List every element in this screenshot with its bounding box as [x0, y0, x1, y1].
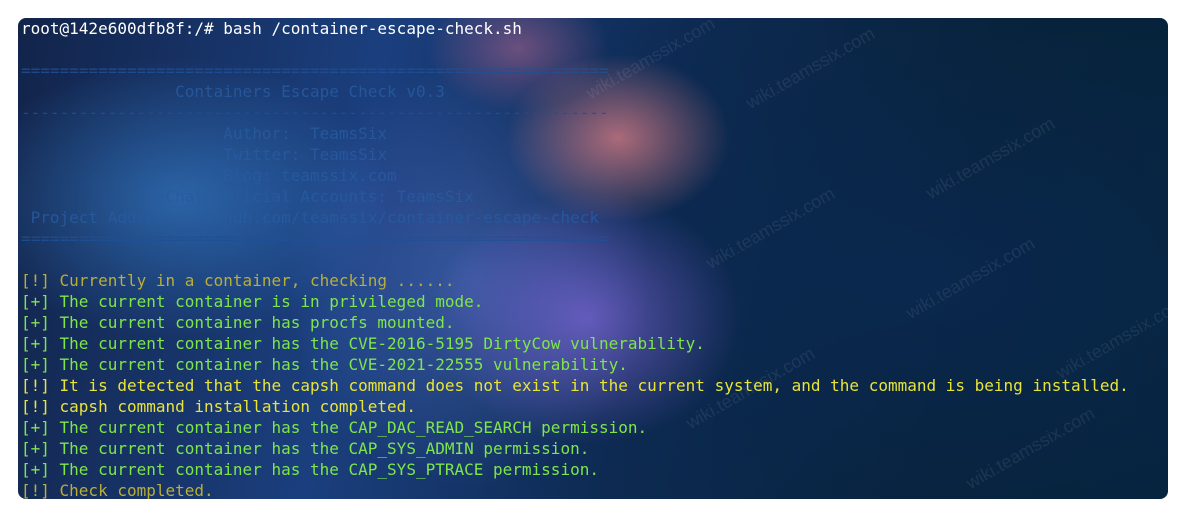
output-line-warning: [!] It is detected that the capsh comman…: [21, 376, 1129, 395]
terminal-window[interactable]: root@142e600dfb8f:/# bash /container-esc…: [18, 18, 1168, 499]
banner-author: Author: TeamsSix: [21, 124, 388, 143]
banner-project: Project Address: github.com/teamssix/con…: [21, 208, 599, 227]
banner-blog: Blog: teamssix.com: [21, 166, 397, 185]
banner-separator: ========================================…: [21, 229, 609, 248]
output-line-positive: [+] The current container has the CAP_DA…: [21, 418, 648, 437]
output-line-warning: [!] capsh command installation completed…: [21, 397, 416, 416]
banner-separator: ----------------------------------------…: [21, 103, 609, 122]
output-line-positive: [+] The current container has procfs mou…: [21, 313, 455, 332]
output-line-positive: [+] The current container has the CVE-20…: [21, 355, 628, 374]
output-line-warning: [!] Check completed.: [21, 481, 214, 499]
output-line-positive: [+] The current container is in privileg…: [21, 292, 484, 311]
command-prompt: root@142e600dfb8f:/# bash /container-esc…: [21, 19, 522, 38]
banner-wechat: WeChat Official Accounts: TeamsSix: [21, 187, 474, 206]
output-line-positive: [+] The current container has the CVE-20…: [21, 334, 705, 353]
